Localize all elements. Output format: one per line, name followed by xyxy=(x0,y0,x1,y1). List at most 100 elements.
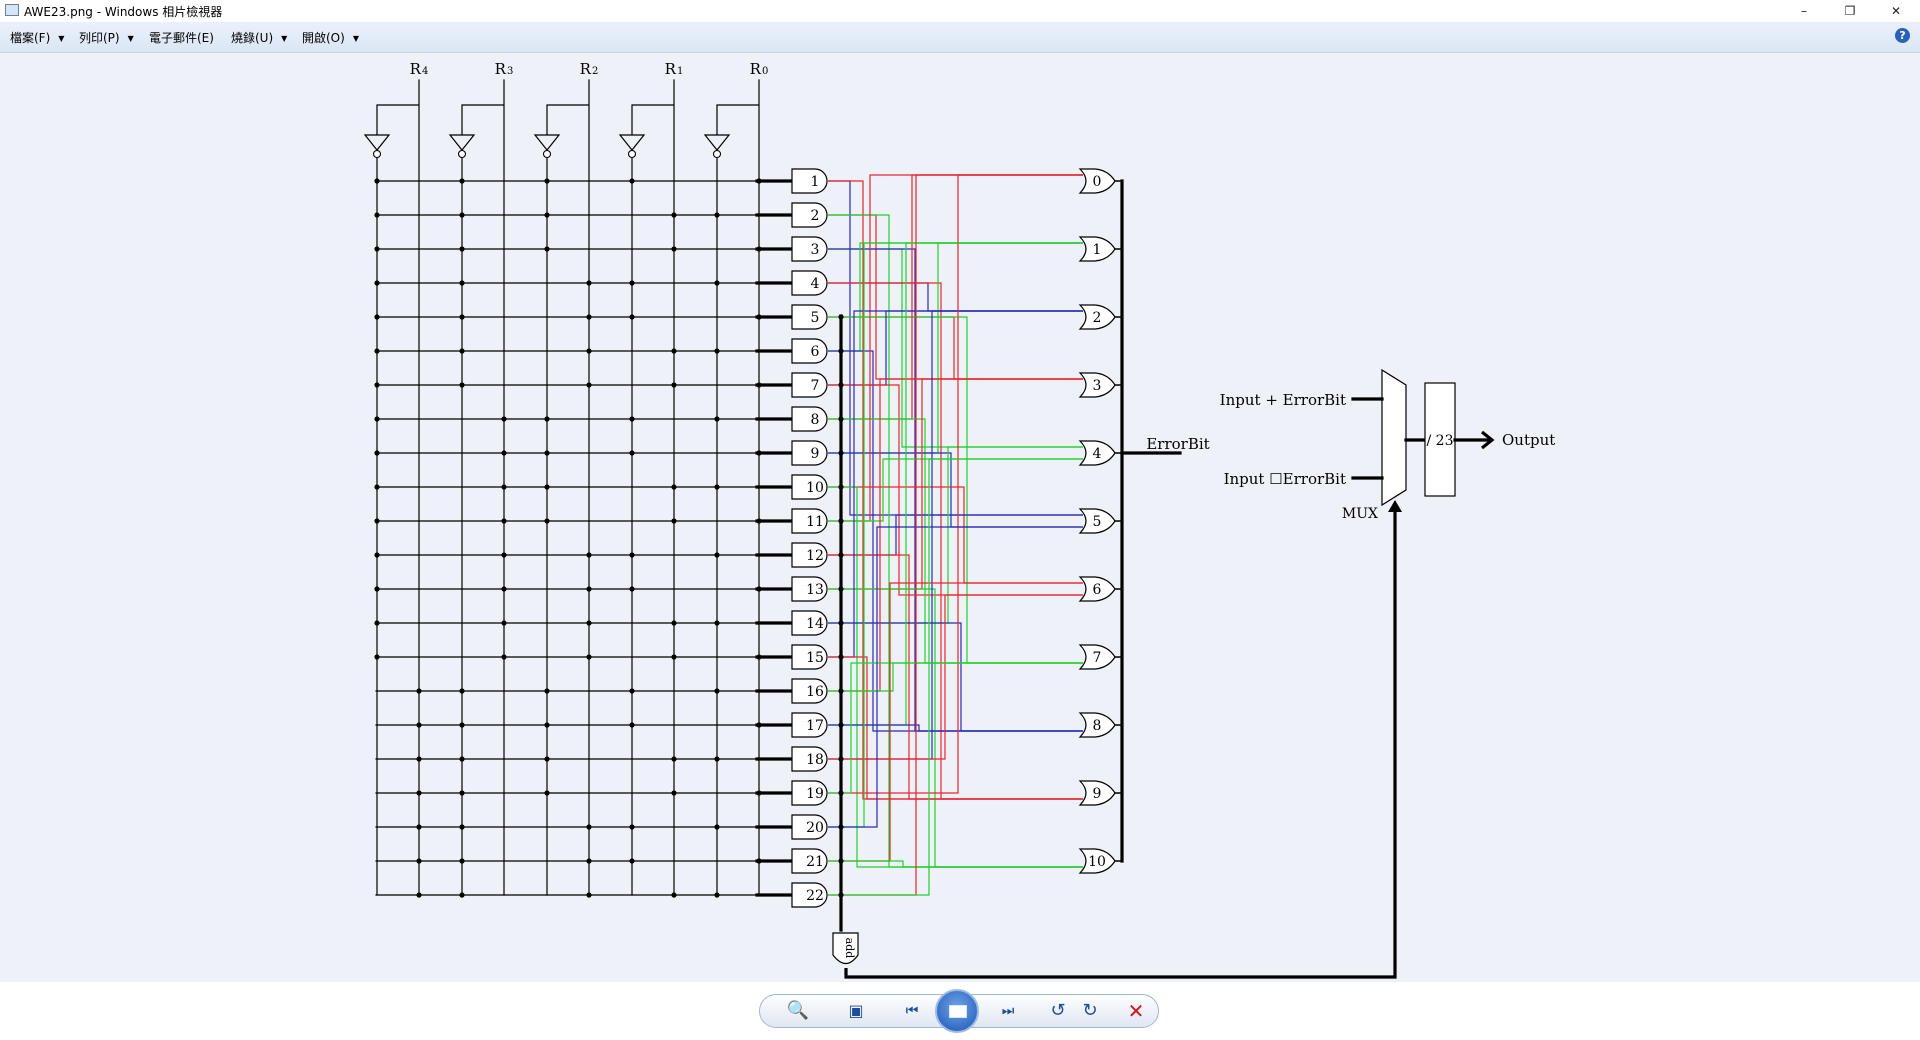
colored-wire xyxy=(828,242,1083,352)
menu-open[interactable]: 開啟(O) ▼ xyxy=(302,29,359,46)
junction-dot xyxy=(671,382,677,388)
junction-dot xyxy=(586,858,592,864)
inverter-input xyxy=(461,104,504,135)
junction-dot xyxy=(374,348,380,354)
and-gate xyxy=(791,168,828,194)
or-gate-label: 10 xyxy=(1088,854,1106,870)
junction-dot xyxy=(671,348,677,354)
junction-dot xyxy=(756,382,762,388)
colored-wire xyxy=(828,378,1083,692)
colored-wire xyxy=(828,446,1083,624)
circuit-diagram: R4 R3 R2 R1 R0123456789101112131415161718192… xyxy=(363,60,1555,979)
junction-dot xyxy=(629,722,635,728)
magnifier-icon[interactable]: 🔍 xyxy=(783,996,813,1026)
colored-wire xyxy=(828,486,1083,584)
junction-dot xyxy=(459,212,465,218)
junction-dot xyxy=(714,620,720,626)
junction-dot xyxy=(714,892,720,898)
junction-dot xyxy=(629,552,635,558)
junction-dot xyxy=(586,620,592,626)
row-label-r4: R4 xyxy=(410,60,429,78)
and-gate-label: 19 xyxy=(806,786,824,802)
junction-dot xyxy=(756,586,762,592)
junction-dot xyxy=(629,178,635,184)
junction-dot xyxy=(671,654,677,660)
add-gate-label: add xyxy=(843,938,856,959)
window-title: AWE23.png - Windows 相片檢視器 xyxy=(24,5,223,19)
junction-dot xyxy=(459,722,465,728)
inverter-bubble xyxy=(627,149,637,159)
junction-dot xyxy=(416,892,422,898)
minimize-button[interactable]: – xyxy=(1781,0,1827,22)
or-gate-label: 3 xyxy=(1093,378,1102,394)
restore-button[interactable]: ❐ xyxy=(1827,0,1873,22)
colored-wire xyxy=(828,594,1083,760)
junction-dot xyxy=(838,620,844,626)
colored-wire xyxy=(828,486,1083,868)
junction-dot xyxy=(544,212,550,218)
colored-wire xyxy=(828,242,1083,828)
colored-wire xyxy=(828,582,1083,862)
inverter-gate xyxy=(533,134,561,151)
junction-dot xyxy=(374,552,380,558)
junction-dot xyxy=(374,484,380,490)
junction-dot xyxy=(459,382,465,388)
junction-dot xyxy=(838,484,844,490)
colored-wire xyxy=(828,174,1083,794)
junction-dot xyxy=(459,314,465,320)
junction-dot xyxy=(501,416,507,422)
junction-dot xyxy=(459,790,465,796)
junction-dot xyxy=(586,892,592,898)
and-gate-label: 21 xyxy=(806,854,824,870)
junction-dot xyxy=(374,654,380,660)
junction-dot xyxy=(838,552,844,558)
junction-dot xyxy=(838,518,844,524)
slideshow-button[interactable] xyxy=(935,989,979,1033)
and-gate-label: 7 xyxy=(811,378,820,394)
junction-dot xyxy=(586,586,592,592)
colored-wire xyxy=(828,214,1083,380)
and-gate-label: 5 xyxy=(811,310,820,326)
help-icon[interactable]: ? xyxy=(1895,28,1910,43)
junction-dot xyxy=(629,586,635,592)
colored-wire xyxy=(828,452,1083,528)
menu-print[interactable]: 列印(P) ▼ xyxy=(79,29,134,46)
colored-wire xyxy=(828,384,1083,596)
or-gate-label: 6 xyxy=(1093,582,1102,598)
rotate-left-icon[interactable]: ↺ xyxy=(1043,996,1073,1026)
colored-wire xyxy=(828,662,1083,794)
previous-icon[interactable]: ⏮ xyxy=(897,996,927,1026)
menu-file[interactable]: 檔案(F) ▼ xyxy=(10,29,64,46)
inverter-input xyxy=(716,104,759,135)
junction-dot xyxy=(416,824,422,830)
and-gate xyxy=(791,406,828,432)
fit-window-icon[interactable]: ▣ xyxy=(841,996,871,1026)
menu-email[interactable]: 電子郵件(E) xyxy=(149,29,214,46)
junction-dot xyxy=(586,382,592,388)
and-gate-label: 4 xyxy=(811,276,820,292)
chevron-down-icon: ▼ xyxy=(352,34,359,43)
junction-dot xyxy=(671,892,677,898)
junction-dot xyxy=(756,858,762,864)
next-icon[interactable]: ⏭ xyxy=(993,996,1023,1026)
colored-wire xyxy=(828,724,1083,732)
rotate-right-icon[interactable]: ↻ xyxy=(1075,996,1105,1026)
junction-dot xyxy=(544,450,550,456)
mux-label: MUX xyxy=(1342,506,1378,522)
junction-dot xyxy=(629,280,635,286)
colored-wire xyxy=(828,310,1083,386)
slideshow-icon xyxy=(949,1005,967,1018)
and-gate-label: 15 xyxy=(806,650,824,666)
colored-wire xyxy=(828,248,1083,732)
output-label: Output xyxy=(1502,431,1555,449)
inverter-input xyxy=(546,104,589,135)
menu-burn[interactable]: 燒錄(U) ▼ xyxy=(231,29,287,46)
junction-dot xyxy=(416,790,422,796)
junction-dot xyxy=(714,688,720,694)
close-window-button[interactable]: ✕ xyxy=(1873,0,1919,22)
delete-icon[interactable]: ✕ xyxy=(1121,996,1151,1026)
inverter-input xyxy=(376,104,419,135)
inverter-bubble xyxy=(372,149,382,159)
junction-dot xyxy=(586,654,592,660)
menu-burn-label: 燒錄(U) xyxy=(231,31,274,45)
